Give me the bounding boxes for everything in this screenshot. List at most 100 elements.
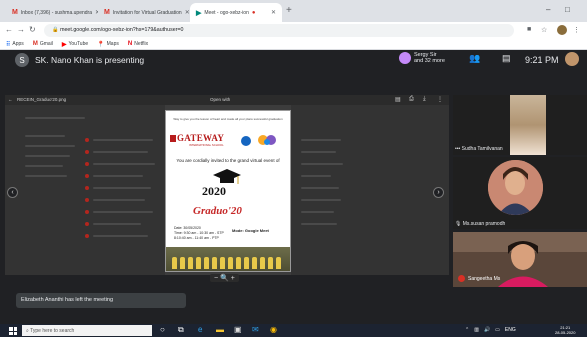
event-time-alt: 8:10:40 am - 11:40 am - PTP — [174, 236, 219, 240]
recording-dot-icon: ● — [251, 9, 256, 16]
background-gmail-list-right — [291, 105, 449, 275]
task-view-icon[interactable]: ⧉ — [178, 325, 184, 335]
participants-avatar — [399, 52, 411, 64]
bookmark-youtube[interactable]: ▶ YouTube — [62, 41, 88, 48]
event-date-block: Date: 30/05/2020 Time: 9:30 am - 10:30 a… — [174, 226, 224, 241]
tab-label: Meet - ogo-xebz-ion — [204, 9, 249, 16]
url-text: meet.google.com/ogo-xebz-ion?hs=179&auth… — [60, 27, 184, 33]
partner-logos-icon — [241, 135, 276, 146]
volume-icon[interactable]: 🔊 — [484, 327, 490, 333]
chrome-icon[interactable]: ◉ — [270, 325, 277, 334]
partner-logos — [240, 133, 284, 152]
gateway-logo: GATEWAY — [170, 133, 224, 143]
bookmark-label: YouTube — [68, 41, 89, 47]
browser-tab-bar: M Inbox (7,396) - sushma.upendra ✕ M Inv… — [0, 0, 587, 22]
logo-shield-icon — [170, 135, 176, 142]
youtube-icon: ▶ — [61, 41, 67, 48]
participant-name-3: Sangeetha Ms — [458, 275, 500, 282]
new-tab-button[interactable]: + — [286, 5, 292, 16]
participant-name-text: Sangeetha Ms — [468, 275, 501, 282]
bookmark-label: Gmail — [39, 41, 53, 47]
notification-icon[interactable]: ⌃ — [465, 327, 469, 333]
gmail-icon: M — [32, 41, 38, 47]
bookmarks-bar: ⠿ Apps M Gmail ▶ YouTube 📍 Maps N Netflix — [0, 39, 587, 50]
gmail-icon: M — [12, 9, 18, 16]
self-avatar[interactable] — [565, 52, 579, 66]
shared-screen-toolbar: ← RECEIN_Graduo'20.png Open with ▤ ⎙ ⤓ ⋮ — [5, 95, 449, 105]
print-icon: ⎙ — [409, 96, 414, 102]
search-placeholder: Type here to search — [30, 328, 75, 334]
tab-meet[interactable]: ▶ Meet - ogo-xebz-ion ● ✕ — [190, 3, 282, 22]
back-icon[interactable]: ← — [5, 25, 13, 34]
participants-more: and 32 more — [414, 58, 445, 64]
presenter-avatar: S — [15, 53, 29, 67]
network-icon[interactable]: ▥ — [474, 327, 479, 333]
gmail-icon: M — [104, 9, 110, 16]
star-icon[interactable]: ☆ — [541, 26, 547, 34]
bookmark-gmail[interactable]: M Gmail — [33, 41, 53, 47]
presenting-banner: SK. Nano Khan is presenting — [35, 55, 145, 65]
apps-grid-icon: ⠿ — [6, 41, 11, 48]
minimize-icon[interactable]: – — [546, 5, 550, 14]
comment-icon: ▤ — [395, 97, 401, 103]
participant-video-1 — [510, 95, 546, 155]
close-icon[interactable]: ✕ — [271, 9, 276, 16]
tab-invitation[interactable]: M Invitation for Virtual Graduation ✕ — [98, 3, 190, 22]
people-icon[interactable]: 👥 — [469, 53, 480, 64]
forward-icon[interactable]: → — [17, 25, 25, 34]
mic-icon: 🎙 — [455, 221, 463, 227]
menu-dots-icon[interactable]: ⋮ — [573, 26, 580, 34]
system-tray: ⌃ ▥ 🔊 ▭ ENG — [465, 327, 516, 333]
maps-pin-icon: 📍 — [97, 41, 105, 48]
profile-avatar[interactable] — [557, 25, 567, 35]
bookmark-netflix[interactable]: N Netflix — [128, 41, 148, 47]
participant-video-2 — [488, 160, 543, 215]
logo-subtitle: INTERNATIONAL SCHOOL — [189, 143, 224, 147]
cortana-icon[interactable]: ○ — [160, 325, 165, 334]
background-gmail-list — [5, 105, 165, 275]
logo-text: GATEWAY — [177, 133, 225, 143]
taskbar-search-field[interactable]: ⌕ Type here to search — [22, 325, 152, 336]
participant-name-text: Sudha Tamilvanan — [461, 146, 503, 152]
invited-text: You are cordially invited to the grand v… — [176, 158, 280, 163]
windows-start-icon[interactable] — [9, 327, 17, 335]
chat-icon[interactable]: ▤ — [502, 53, 511, 64]
left-meeting-toast: Elizabeth Ananthi has left the meeting — [16, 293, 186, 308]
next-icon: › — [433, 187, 444, 198]
year-text: 2020 — [202, 184, 226, 198]
invite-top-text: Way to give you the lesson of heart and … — [173, 117, 283, 121]
maximize-icon[interactable]: □ — [565, 5, 570, 14]
lock-icon: 🔒 — [52, 27, 61, 33]
participant-name-text: Ms.susan pramodh — [462, 221, 506, 227]
open-with-button: Open with — [210, 97, 231, 102]
close-icon[interactable]: ✕ — [185, 9, 190, 16]
more-dots-icon: ••• — [455, 146, 462, 152]
edge-icon[interactable]: e — [198, 325, 202, 334]
reload-icon[interactable]: ↻ — [29, 25, 36, 34]
url-field[interactable]: 🔒 meet.google.com/ogo-xebz-ion?hs=179&au… — [44, 24, 514, 37]
bookmark-apps[interactable]: ⠿ Apps — [6, 41, 24, 48]
battery-icon[interactable]: ▭ — [495, 327, 500, 333]
event-title: Graduo'20 — [193, 205, 242, 217]
store-icon[interactable]: ▣ — [234, 325, 242, 334]
tab-inbox[interactable]: M Inbox (7,396) - sushma.upendra ✕ — [6, 3, 98, 22]
participant-name-1: ••• Sudha Tamilvanan — [455, 146, 503, 152]
file-explorer-icon[interactable]: ▬ — [216, 325, 224, 334]
camera-icon[interactable]: ■ — [527, 26, 531, 33]
back-arrow-icon: ← — [8, 97, 13, 102]
participants-summary[interactable]: Sergy Sir and 32 more — [414, 52, 445, 64]
language-indicator[interactable]: ENG — [505, 327, 516, 333]
address-bar-row: ← → ↻ 🔒 meet.google.com/ogo-xebz-ion?hs=… — [0, 22, 587, 39]
shared-file-name: RECEIN_Graduo'20.png — [17, 97, 67, 102]
participant-name-2: 🎙 Ms.susan pramodh — [455, 221, 505, 227]
bookmark-label: Maps — [106, 41, 119, 47]
event-mode: Mode: Google Meet — [232, 228, 269, 233]
bookmark-label: Netflix — [134, 41, 149, 47]
bookmark-maps[interactable]: 📍 Maps — [97, 41, 119, 48]
mail-icon[interactable]: ✉ — [252, 325, 259, 334]
previous-icon: ‹ — [7, 187, 18, 198]
taskbar-clock[interactable]: 21:21 28-05-2020 — [555, 325, 575, 335]
participant-initial-badge — [458, 275, 465, 282]
netflix-icon: N — [127, 41, 133, 47]
participant-2-portrait — [488, 160, 543, 215]
